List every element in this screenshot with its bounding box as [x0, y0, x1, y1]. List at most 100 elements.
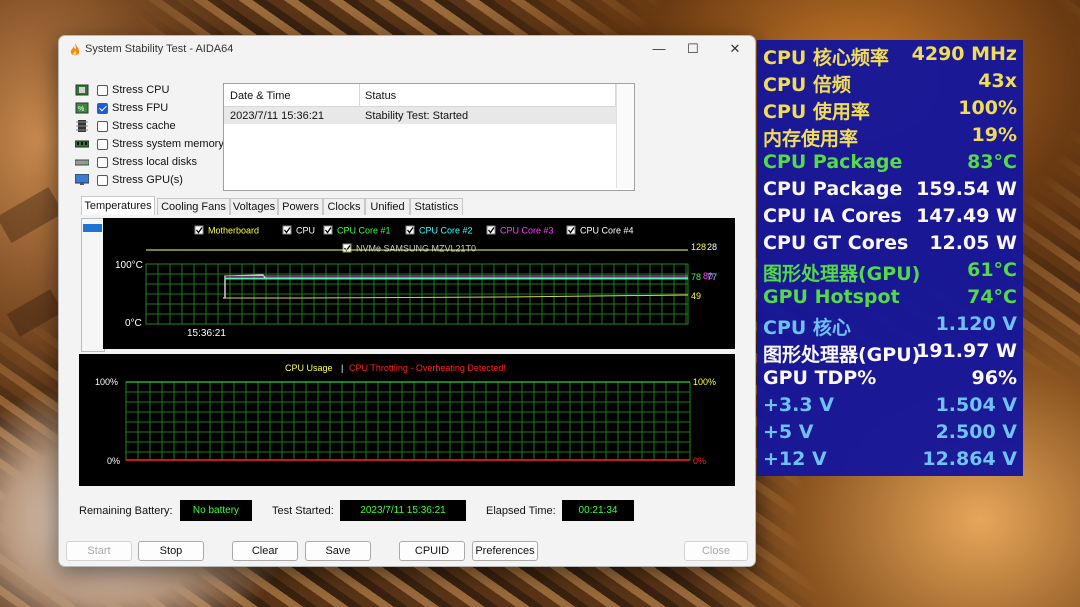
flame-icon [70, 43, 80, 56]
osd-row: CPU 使用率 100% [757, 95, 1023, 123]
close-button[interactable]: Close [684, 541, 748, 561]
osd-label: CPU 使用率 [763, 101, 870, 123]
osd-label: +12 V [763, 448, 827, 470]
start-button[interactable]: Start [66, 541, 132, 561]
battery-label: Remaining Battery: [79, 505, 173, 517]
legend-item[interactable]: CPU Core #2 [405, 225, 473, 236]
temperature-graph: Motherboard CPU CPU Core #1 CPU Core #2 CPU … [103, 218, 735, 349]
temp-y-top-label: 100°C [115, 260, 143, 271]
button-row: Start Stop Clear Save CPUID Preferences … [59, 541, 755, 563]
osd-row: CPU Package 159.54 W [757, 176, 1023, 203]
log-header-status[interactable]: Status [365, 90, 396, 102]
svg-text:%: % [78, 106, 84, 113]
legend-label: CPU Core #3 [500, 226, 554, 236]
log-datetime: 2023/7/11 15:36:21 [230, 110, 324, 122]
osd-label: +3.3 V [763, 394, 834, 416]
osd-value: 147.49 W [916, 205, 1017, 227]
log-scrollbar[interactable] [616, 84, 634, 188]
tab-powers[interactable]: Powers [278, 198, 323, 215]
osd-row: +5 V 2.500 V [757, 419, 1023, 446]
legend-item[interactable]: CPU [282, 225, 315, 236]
osd-label: GPU TDP% [763, 367, 877, 389]
usage-grid [125, 381, 691, 461]
osd-row: CPU 核心频率 4290 MHz [757, 41, 1023, 69]
legend-nvme[interactable]: NVMe SAMSUNG MZVL21T0 [342, 243, 476, 254]
log-row[interactable]: 2023/7/11 15:36:21 Stability Test: Start… [224, 107, 616, 124]
status-log-table: Date & Time Status 2023/7/11 15:36:21 St… [223, 83, 635, 191]
temp-current-value: 78 [691, 272, 701, 282]
osd-row: CPU IA Cores 147.49 W [757, 203, 1023, 230]
test-started-label: Test Started: [272, 505, 334, 517]
stress-fpu-option[interactable]: % Stress FPU [75, 100, 225, 118]
disk-drive-icon [75, 159, 89, 166]
stress-memory-option[interactable]: Stress system memory [75, 136, 225, 154]
tab-statistics[interactable]: Statistics [410, 198, 463, 215]
stress-cpu-label: Stress CPU [112, 84, 170, 96]
tab-voltages[interactable]: Voltages [230, 198, 278, 215]
tab-cooling-fans[interactable]: Cooling Fans [157, 198, 230, 215]
temp-x-time-label: 15:36:21 [187, 328, 226, 339]
osd-label: CPU GT Cores [763, 232, 909, 254]
osd-row: 图形处理器(GPU) 191.97 W [757, 338, 1023, 366]
osd-row: CPU 核心 1.120 V [757, 311, 1023, 339]
stress-memory-checkbox[interactable] [97, 139, 108, 150]
sensor-list[interactable] [81, 218, 105, 352]
legend-item[interactable]: CPU Core #1 [323, 225, 391, 236]
status-row: Remaining Battery: No battery Test Start… [79, 500, 739, 522]
tab-temperatures[interactable]: Temperatures [81, 196, 155, 215]
osd-value: 4290 MHz [911, 43, 1017, 65]
stress-gpu-option[interactable]: Stress GPU(s) [75, 172, 225, 190]
stress-gpu-checkbox[interactable] [97, 175, 108, 186]
column-divider[interactable] [359, 84, 360, 106]
maximize-button[interactable]: ☐ [673, 38, 713, 62]
stress-fpu-checkbox[interactable] [97, 103, 108, 114]
title-bar[interactable]: System Stability Test - AIDA64 — ☐ ✕ [59, 36, 755, 64]
usage-y-top-left: 100% [95, 377, 118, 387]
cpuid-button[interactable]: CPUID [399, 541, 465, 561]
elapsed-time-label: Elapsed Time: [486, 505, 556, 517]
osd-row: GPU Hotspot 74°C [757, 284, 1023, 311]
osd-label: 图形处理器(GPU) [763, 344, 921, 366]
stress-cache-option[interactable]: Stress cache [75, 118, 225, 136]
usage-title: CPU Usage [285, 363, 333, 373]
stop-button[interactable]: Stop [138, 541, 204, 561]
osd-value: 100% [958, 97, 1017, 119]
stress-cache-checkbox[interactable] [97, 121, 108, 132]
sensor-list-selection[interactable] [83, 224, 102, 232]
clear-button[interactable]: Clear [232, 541, 298, 561]
osd-label: CPU 核心频率 [763, 47, 889, 69]
osd-row: GPU TDP% 96% [757, 365, 1023, 392]
osd-value: 83°C [967, 151, 1017, 173]
log-header-datetime[interactable]: Date & Time [230, 90, 291, 102]
osd-label: CPU 倍频 [763, 74, 851, 96]
close-window-button[interactable]: ✕ [715, 38, 755, 62]
stress-disks-option[interactable]: Stress local disks [75, 154, 225, 172]
log-header: Date & Time Status [224, 84, 616, 107]
legend-label: Motherboard [208, 226, 259, 236]
legend-item[interactable]: Motherboard [194, 225, 259, 236]
preferences-button[interactable]: Preferences [472, 541, 538, 561]
stress-disks-checkbox[interactable] [97, 157, 108, 168]
tab-clocks[interactable]: Clocks [323, 198, 365, 215]
save-button[interactable]: Save [305, 541, 371, 561]
usage-y-top-right: 100% [693, 377, 716, 387]
temperature-right-values: 128 2878 807749 [691, 242, 717, 301]
osd-row: +12 V 12.864 V [757, 446, 1023, 473]
cpu-usage-graph: CPU Usage | CPU Throttling - Overheating… [79, 354, 735, 486]
window-title: System Stability Test - AIDA64 [85, 43, 234, 55]
tab-unified[interactable]: Unified [365, 198, 410, 215]
stress-cpu-checkbox[interactable] [97, 85, 108, 96]
stress-cpu-option[interactable]: Stress CPU [75, 82, 225, 100]
wallpaper-accent [6, 289, 64, 337]
battery-value: No battery [180, 500, 252, 521]
osd-row: 内存使用率 19% [757, 122, 1023, 150]
legend-item[interactable]: CPU Core #3 [486, 225, 554, 236]
osd-value: 61°C [967, 259, 1017, 281]
osd-value: 43x [978, 70, 1017, 92]
hardware-monitor-overlay: CPU 核心频率 4290 MHz CPU 倍频 43x CPU 使用率 100% 内存使用… [757, 40, 1023, 476]
osd-value: 191.97 W [916, 340, 1017, 362]
temp-current-value: 28 [707, 242, 717, 252]
memory-module-icon [75, 140, 89, 148]
legend-item[interactable]: CPU Core #4 [566, 225, 634, 236]
legend-label: CPU Core #4 [580, 226, 634, 236]
